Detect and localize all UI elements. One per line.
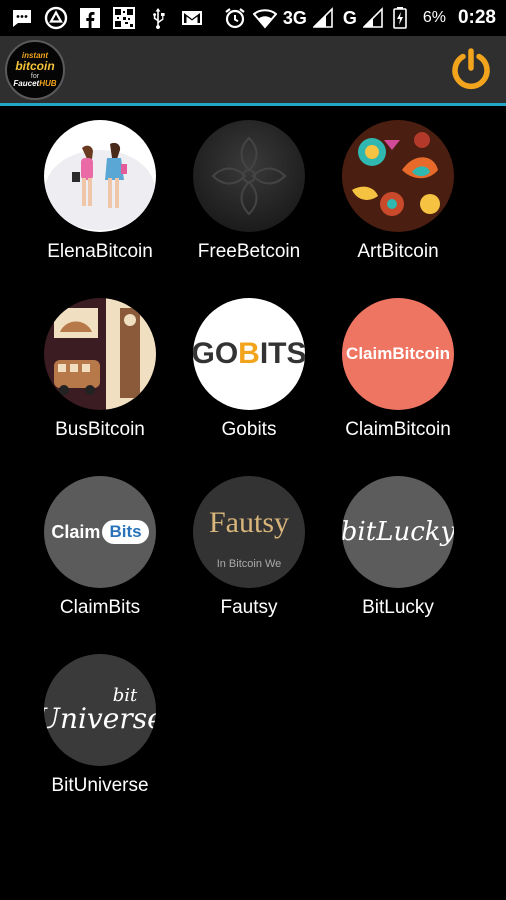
network-type: 3G xyxy=(282,8,307,28)
app-label: BitLucky xyxy=(362,597,434,618)
clock: 0:28 xyxy=(457,7,496,28)
battery-percent: 6% xyxy=(422,9,446,26)
app-item-claimbits[interactable]: Claim Bits ClaimBits xyxy=(25,462,175,632)
app-label: Fautsy xyxy=(220,597,278,618)
wifi-signal-icon xyxy=(252,6,278,30)
bituniverse-icon: bit Universe xyxy=(44,654,156,766)
triangle-app-icon xyxy=(44,6,68,30)
gmail-icon xyxy=(180,6,204,30)
app-item-busbitcoin[interactable]: BusBitcoin xyxy=(25,284,175,454)
facebook-icon xyxy=(78,6,102,30)
cell-signal-icon xyxy=(311,6,337,30)
app-logo: instant bitcoin for FaucetHUB xyxy=(5,40,65,100)
app-label: FreeBetcoin xyxy=(197,241,301,262)
app-label: ElenaBitcoin xyxy=(47,241,153,262)
battery-charging-icon xyxy=(393,6,417,30)
gobits-icon: GOBITS xyxy=(193,298,305,410)
fautsy-icon: Fautsy In Bitcoin We xyxy=(193,476,305,588)
app-item-fautsy[interactable]: Fautsy In Bitcoin We Fautsy xyxy=(174,462,324,632)
app-item-elenabitcoin[interactable]: ElenaBitcoin xyxy=(25,106,175,276)
busbitcoin-icon xyxy=(44,298,156,410)
claimbits-logo-text: Claim Bits xyxy=(51,520,149,544)
app-label: BusBitcoin xyxy=(55,419,145,440)
system-icons: 3G G 6% 0:28 xyxy=(223,5,496,31)
app-label: Gobits xyxy=(221,419,277,440)
app-item-gobits[interactable]: GOBITS Gobits xyxy=(174,284,324,454)
app-label: ClaimBits xyxy=(59,597,141,618)
app-item-freebetcoin[interactable]: FreeBetcoin xyxy=(174,106,324,276)
power-button[interactable] xyxy=(448,46,494,92)
logo-line-2: bitcoin xyxy=(15,59,55,73)
gobits-logo-text: GOBITS xyxy=(193,337,305,370)
freebetcoin-icon xyxy=(193,120,305,232)
notification-icons xyxy=(10,5,204,31)
app-item-claimbitcoin[interactable]: ClaimBitcoin ClaimBitcoin xyxy=(323,284,473,454)
power-icon xyxy=(452,48,490,90)
app-bar: instant bitcoin for FaucetHUB xyxy=(0,36,506,106)
bitlucky-logo-text: bitLucky xyxy=(342,517,454,547)
claimbitcoin-logo-text: ClaimBitcoin xyxy=(346,344,450,363)
alarm-icon xyxy=(223,6,247,30)
chat-notification-icon xyxy=(10,6,34,30)
qr-code-icon xyxy=(112,6,136,30)
logo-line-4a: Faucet xyxy=(13,79,40,88)
fautsy-logo-text: Fautsy In Bitcoin We xyxy=(208,506,289,570)
elenabitcoin-icon xyxy=(44,120,156,232)
claimbitcoin-icon: ClaimBitcoin xyxy=(342,298,454,410)
app-label: ClaimBitcoin xyxy=(345,419,451,440)
bituniverse-logo-text: bit Universe xyxy=(44,685,156,735)
app-item-bitlucky[interactable]: bitLucky BitLucky xyxy=(323,462,473,632)
network-type-2: G xyxy=(342,8,357,28)
status-bar: 3G G 6% 0:28 xyxy=(0,0,506,36)
cell-signal-icon-2 xyxy=(361,6,387,30)
app-item-artbitcoin[interactable]: ArtBitcoin xyxy=(323,106,473,276)
logo-line-4: FaucetHUB xyxy=(13,80,56,88)
bitlucky-icon: bitLucky xyxy=(342,476,454,588)
artbitcoin-icon xyxy=(342,120,454,232)
app-label: BitUniverse xyxy=(51,775,149,796)
usb-icon xyxy=(146,6,170,30)
logo-line-4b: HUB xyxy=(39,79,57,88)
claimbits-icon: Claim Bits xyxy=(44,476,156,588)
app-item-bituniverse[interactable]: bit Universe BitUniverse xyxy=(25,640,175,810)
app-label: ArtBitcoin xyxy=(357,241,439,262)
